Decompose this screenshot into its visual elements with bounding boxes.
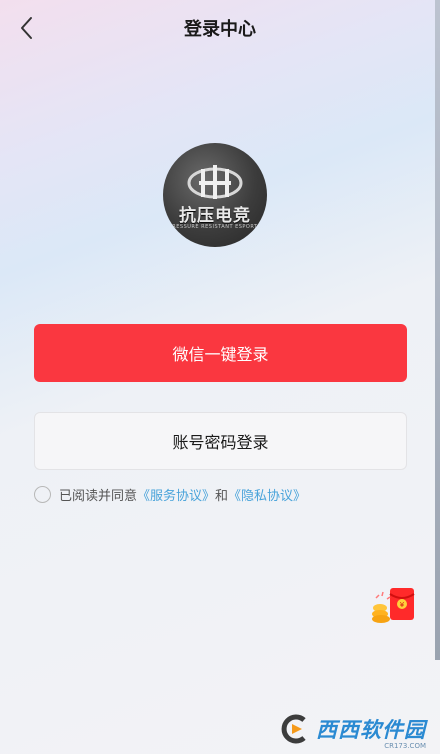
- site-watermark: 西西软件园 CR173.COM: [278, 712, 426, 750]
- privacy-agreement-link[interactable]: 《隐私协议》: [228, 485, 306, 504]
- service-agreement-link[interactable]: 《服务协议》: [137, 485, 215, 504]
- scrollbar[interactable]: [435, 0, 440, 660]
- header-bar: 登录中心: [0, 0, 440, 56]
- logo-emblem-icon: [187, 165, 243, 199]
- watermark-url: CR173.COM: [384, 742, 426, 750]
- agreement-conjunction: 和: [215, 488, 229, 504]
- password-login-button[interactable]: 账号密码登录: [34, 412, 407, 470]
- watermark-brand: 西西软件园: [316, 718, 426, 742]
- watermark-logo-icon: [281, 714, 306, 744]
- logo-title: 抗压电竞: [179, 206, 251, 226]
- agreement-row: 已阅读并同意 《服务协议》 和 《隐私协议》: [34, 484, 306, 504]
- agreement-checkbox[interactable]: [34, 485, 51, 503]
- wechat-login-button[interactable]: 微信一键登录: [34, 324, 407, 382]
- red-packet-float-button[interactable]: ¥: [368, 584, 420, 628]
- page-title: 登录中心: [184, 19, 256, 40]
- agreement-prefix: 已阅读并同意: [59, 488, 138, 504]
- red-envelope-icon: ¥: [372, 588, 415, 623]
- logo-subtitle: PRESSURE RESISTANT ESPORTS: [168, 224, 262, 230]
- app-logo: 抗压电竞 PRESSURE RESISTANT ESPORTS: [163, 143, 267, 247]
- svg-text:¥: ¥: [400, 601, 405, 609]
